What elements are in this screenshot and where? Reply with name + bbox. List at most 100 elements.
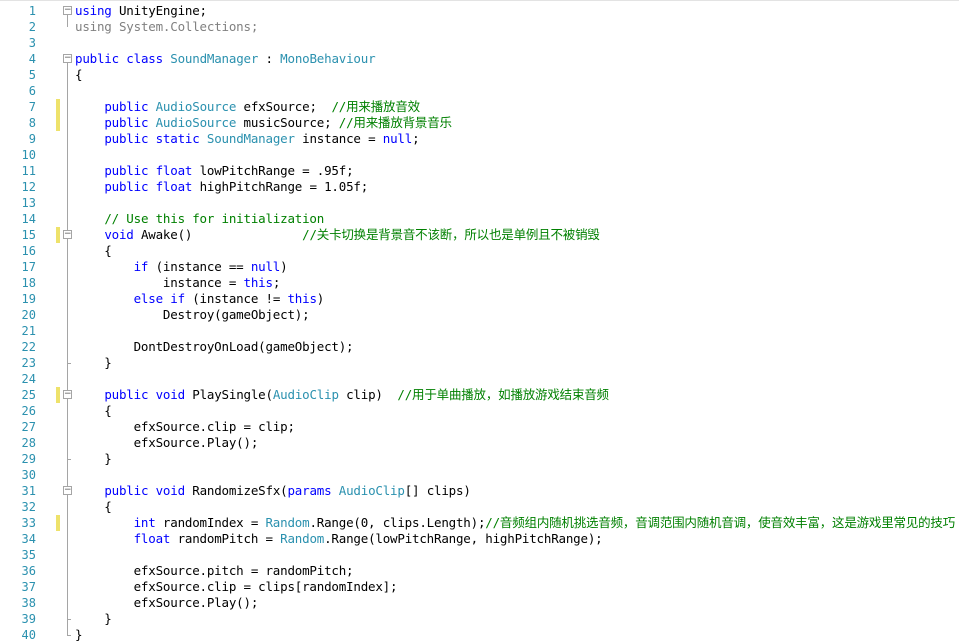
code-line[interactable]: 40}: [0, 627, 959, 643]
code-token: {: [75, 403, 112, 418]
code-text: efxSource.Play();: [75, 595, 259, 611]
code-line[interactable]: 18 instance = this;: [0, 275, 959, 291]
code-line[interactable]: 35: [0, 547, 959, 563]
code-token: RandomizeSfx(: [184, 483, 288, 498]
code-token: highPitchRange = 1.05f;: [192, 179, 369, 194]
code-line[interactable]: 8 public AudioSource musicSource; //用来播放…: [0, 115, 959, 131]
code-line[interactable]: 2 using System.Collections;: [0, 19, 959, 35]
code-token: efxSource.Play();: [75, 435, 259, 450]
code-line[interactable]: 17 if (instance == null): [0, 259, 959, 275]
code-token: instance =: [294, 131, 383, 146]
code-token: using: [75, 19, 112, 34]
code-line[interactable]: 36 efxSource.pitch = randomPitch;: [0, 563, 959, 579]
code-token: null: [382, 131, 413, 146]
code-token: this: [243, 275, 274, 290]
code-token: //音频组内随机挑选音频，音调范围内随机音调，使音效丰富，这是游戏里常见的技巧: [485, 515, 956, 530]
code-token: SoundManager: [170, 51, 259, 66]
collapse-icon[interactable]: −: [63, 6, 72, 15]
line-number: 15: [21, 228, 36, 242]
code-line[interactable]: 9 public static SoundManager instance = …: [0, 131, 959, 147]
collapse-icon[interactable]: −: [63, 54, 72, 63]
line-number: 23: [21, 356, 36, 370]
code-token: ): [316, 291, 325, 306]
code-text: float randomPitch = Random.Range(lowPitc…: [75, 531, 603, 547]
code-line[interactable]: 31 − public void RandomizeSfx(params Audi…: [0, 483, 959, 499]
line-number: 27: [21, 420, 36, 434]
code-token: else: [133, 291, 164, 306]
code-line[interactable]: 12 public float highPitchRange = 1.05f;: [0, 179, 959, 195]
code-line[interactable]: 15 − void Awake() //关卡切换是背景音不该断，所以也是单例且不被…: [0, 227, 959, 243]
line-number: 25: [21, 388, 36, 402]
code-line[interactable]: 10: [0, 147, 959, 163]
code-token: ;: [412, 131, 420, 146]
code-token: params: [287, 483, 332, 498]
code-line[interactable]: 22 DontDestroyOnLoad(gameObject);: [0, 339, 959, 355]
code-text: instance = this;: [75, 275, 280, 291]
code-token: efxSource;: [236, 99, 332, 114]
code-line[interactable]: 14 // Use this for initialization: [0, 211, 959, 227]
code-line[interactable]: 37 efxSource.clip = clips[randomIndex];: [0, 579, 959, 595]
code-line[interactable]: 32 {: [0, 499, 959, 515]
code-text: }: [75, 611, 112, 627]
code-editor[interactable]: 1− using UnityEngine; 2 using System.Collec…: [0, 0, 959, 644]
code-text: using System.Collections;: [75, 19, 258, 35]
line-number: 30: [21, 468, 36, 482]
code-token: AudioSource: [155, 115, 237, 130]
collapse-icon[interactable]: −: [63, 230, 72, 239]
code-line[interactable]: 24: [0, 371, 959, 387]
code-line[interactable]: 16 {: [0, 243, 959, 259]
line-number: 14: [21, 212, 36, 226]
code-token: Random: [265, 515, 310, 530]
code-text: public void PlaySingle(AudioClip clip) /…: [75, 387, 609, 403]
code-text: else if (instance != this): [75, 291, 325, 307]
code-line[interactable]: 23 }: [0, 355, 959, 371]
line-number: 12: [21, 180, 36, 194]
code-line[interactable]: 34 float randomPitch = Random.Range(lowP…: [0, 531, 959, 547]
code-token: if: [170, 291, 185, 306]
code-line[interactable]: 25 − public void PlaySingle(AudioClip cli…: [0, 387, 959, 403]
code-line[interactable]: 5{: [0, 67, 959, 83]
code-line[interactable]: 13: [0, 195, 959, 211]
code-text: public class SoundManager : MonoBehaviou…: [75, 51, 376, 67]
code-token: AudioSource: [155, 99, 237, 114]
code-token: AudioClip: [272, 387, 339, 402]
code-token: Destroy(gameObject);: [75, 307, 310, 322]
code-line[interactable]: 27 efxSource.clip = clip;: [0, 419, 959, 435]
code-line[interactable]: 28 efxSource.Play();: [0, 435, 959, 451]
code-line[interactable]: 7 public AudioSource efxSource; //用来播放音效: [0, 99, 959, 115]
code-line[interactable]: 4 − public class SoundManager : MonoBehavi…: [0, 51, 959, 67]
code-token: this: [287, 291, 317, 306]
code-token: }: [75, 611, 112, 626]
code-line[interactable]: 1 − using UnityEngine;: [0, 3, 959, 19]
code-line[interactable]: 39 }: [0, 611, 959, 627]
code-text: public AudioSource efxSource; //用来播放音效: [75, 99, 420, 115]
line-number: 1: [28, 4, 36, 18]
code-token: lowPitchRange = .95f;: [192, 163, 354, 178]
collapse-icon[interactable]: −: [63, 390, 72, 399]
line-number: 3: [28, 36, 36, 50]
code-token: MonoBehaviour: [280, 51, 376, 66]
line-number: 10: [21, 148, 36, 162]
code-line[interactable]: 30: [0, 467, 959, 483]
code-line[interactable]: 33 int randomIndex = Random.Range(0, cli…: [0, 515, 959, 531]
line-number: 28: [21, 436, 36, 450]
code-token: musicSource;: [236, 115, 339, 130]
code-line[interactable]: 21: [0, 323, 959, 339]
code-line[interactable]: 3: [0, 35, 959, 51]
code-line[interactable]: 29 }: [0, 451, 959, 467]
code-line[interactable]: 11 public float lowPitchRange = .95f;: [0, 163, 959, 179]
code-line[interactable]: 26 {: [0, 403, 959, 419]
collapse-icon[interactable]: −: [63, 486, 72, 495]
code-line[interactable]: 6: [0, 83, 959, 99]
code-line[interactable]: 20 Destroy(gameObject);: [0, 307, 959, 323]
code-line[interactable]: 38 efxSource.Play();: [0, 595, 959, 611]
code-text: }: [75, 451, 112, 467]
line-number: 33: [21, 516, 36, 530]
code-line[interactable]: 19 else if (instance != this): [0, 291, 959, 307]
